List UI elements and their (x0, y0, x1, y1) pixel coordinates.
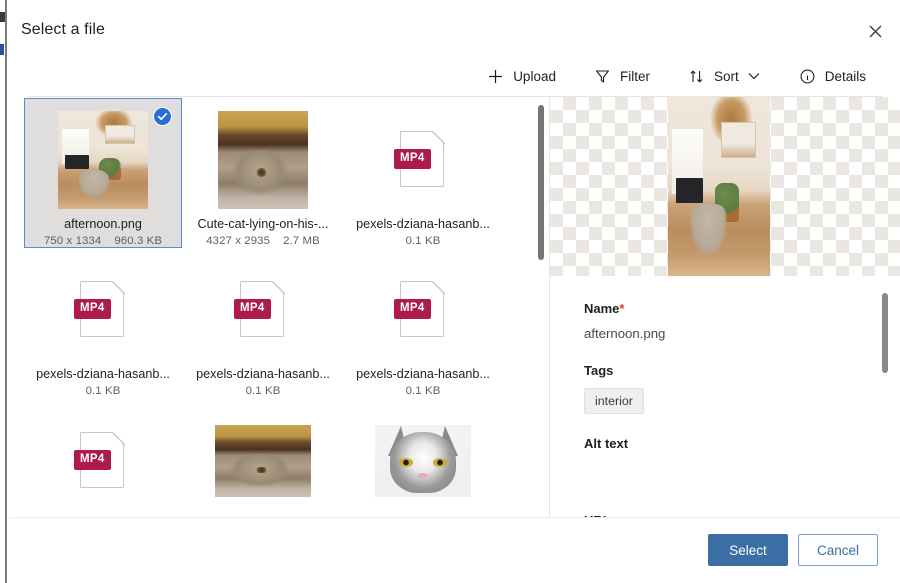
thumbnail-image-interior (58, 111, 148, 209)
file-name: pexels-dziana-hasanb... (356, 217, 490, 231)
file-grid: afternoon.png 750 x 1334 960.3 KB Cute (24, 98, 534, 517)
name-field-label: Name* (584, 301, 900, 316)
footer-actions: Select Cancel (708, 534, 878, 566)
file-size: 0.1 KB (406, 385, 441, 397)
plus-icon (487, 68, 504, 85)
page-edge-fragment-top (0, 12, 5, 22)
file-card-afternoon[interactable]: afternoon.png 750 x 1334 960.3 KB (24, 98, 182, 248)
dialog-footer: Select Cancel (10, 517, 900, 583)
file-name: pexels-dziana-hasanb... (36, 367, 170, 381)
mp4-file-icon: MP4 (80, 281, 126, 339)
sort-arrows-icon (688, 68, 705, 85)
file-size: 2.7 MB (283, 235, 320, 247)
cancel-button[interactable]: Cancel (798, 534, 878, 566)
file-browser-pane: afternoon.png 750 x 1334 960.3 KB Cute (10, 97, 548, 517)
funnel-icon (594, 68, 611, 85)
dialog-body: afternoon.png 750 x 1334 960.3 KB Cute (10, 97, 900, 517)
file-name: pexels-dziana-hasanb... (356, 367, 490, 381)
file-card-image-clipped-2[interactable] (344, 398, 502, 517)
alt-text-field-label: Alt text (584, 436, 900, 451)
file-card-video-3[interactable]: MP4 pexels-dziana-hasanb... 0.1 KB (184, 248, 342, 398)
file-size: 0.1 KB (86, 385, 121, 397)
file-preview (550, 97, 900, 276)
mp4-file-icon: MP4 (80, 432, 126, 490)
details-button[interactable]: Details (787, 59, 878, 93)
file-name: afternoon.png (64, 217, 142, 231)
dialog-header: Select a file (10, 0, 900, 62)
mp4-file-icon: MP4 (400, 281, 446, 339)
sort-label: Sort (714, 69, 739, 84)
footer-divider (10, 517, 900, 518)
file-thumbnail: MP4 (375, 259, 471, 361)
command-bar: Upload Filter Sort (10, 58, 900, 94)
file-grid-scrollbar-thumb[interactable] (538, 105, 544, 260)
chevron-down-icon (748, 68, 761, 85)
upload-button[interactable]: Upload (475, 59, 568, 93)
check-icon (157, 111, 168, 122)
file-name: pexels-dziana-hasanb... (196, 367, 330, 381)
thumbnail-image-cat-lying (215, 425, 311, 497)
mp4-badge-label: MP4 (394, 149, 431, 169)
alt-text-field-value[interactable] (584, 461, 900, 491)
filter-label: Filter (620, 69, 650, 84)
file-meta: 4327 x 2935 2.7 MB (206, 235, 320, 247)
mp4-badge-label: MP4 (394, 299, 431, 319)
underlying-page-edge (0, 0, 10, 583)
info-circle-icon (799, 68, 816, 85)
mp4-badge-label: MP4 (234, 299, 271, 319)
tags-list: interior (584, 388, 900, 436)
sort-button[interactable]: Sort (676, 59, 773, 93)
upload-label: Upload (513, 69, 556, 84)
dialog-title: Select a file (21, 21, 105, 39)
file-grid-scrollbar[interactable] (534, 99, 548, 517)
select-a-file-dialog: Select a file Upload Filter (10, 0, 900, 583)
file-card-video-4[interactable]: MP4 pexels-dziana-hasanb... 0.1 KB (344, 248, 502, 398)
file-name: Cute-cat-lying-on-his-... (198, 217, 329, 231)
file-card-video-5[interactable]: MP4 (24, 398, 182, 517)
page-edge-fragment-link (0, 44, 4, 55)
required-asterisk: * (619, 301, 624, 316)
mp4-badge-label: MP4 (74, 299, 111, 319)
file-size: 960.3 KB (114, 235, 162, 247)
file-thumbnail (215, 409, 311, 513)
filter-button[interactable]: Filter (582, 59, 662, 93)
file-card-video-2[interactable]: MP4 pexels-dziana-hasanb... 0.1 KB (24, 248, 182, 398)
name-field-value[interactable]: afternoon.png (584, 326, 900, 341)
file-thumbnail (215, 109, 311, 211)
file-card-cute-cat[interactable]: Cute-cat-lying-on-his-... 4327 x 2935 2.… (184, 98, 342, 248)
file-thumbnail: MP4 (55, 259, 151, 361)
name-label-text: Name (584, 301, 619, 316)
select-button[interactable]: Select (708, 534, 788, 566)
details-label: Details (825, 69, 866, 84)
file-thumbnail: MP4 (375, 109, 471, 211)
tag-chip[interactable]: interior (584, 388, 644, 414)
file-dimensions: 750 x 1334 (44, 235, 101, 247)
file-size: 0.1 KB (406, 235, 441, 247)
details-pane: Name* afternoon.png Tags interior Alt te… (550, 97, 900, 517)
page-edge-line (5, 0, 7, 583)
close-button[interactable] (858, 15, 892, 47)
file-card-image-clipped-1[interactable] (184, 398, 342, 517)
preview-image (668, 97, 770, 276)
thumbnail-image-cat-lying (218, 111, 308, 209)
mp4-file-icon: MP4 (400, 131, 446, 189)
close-icon (869, 25, 882, 38)
file-thumbnail (375, 409, 471, 513)
tags-field-label: Tags (584, 363, 900, 378)
file-card-video-1[interactable]: MP4 pexels-dziana-hasanb... 0.1 KB (344, 98, 502, 248)
file-thumbnail: MP4 (55, 409, 151, 513)
mp4-badge-label: MP4 (74, 450, 111, 470)
file-thumbnail (55, 109, 151, 211)
file-dimensions: 4327 x 2935 (206, 235, 270, 247)
details-scrollbar-thumb[interactable] (882, 293, 888, 373)
mp4-file-icon: MP4 (240, 281, 286, 339)
file-thumbnail: MP4 (215, 259, 311, 361)
thumbnail-image-cat-face (375, 425, 471, 497)
file-meta: 750 x 1334 960.3 KB (44, 235, 162, 247)
file-size: 0.1 KB (246, 385, 281, 397)
details-scrollbar[interactable] (878, 285, 892, 517)
selected-check-badge (153, 107, 172, 126)
details-form: Name* afternoon.png Tags interior Alt te… (550, 276, 900, 528)
